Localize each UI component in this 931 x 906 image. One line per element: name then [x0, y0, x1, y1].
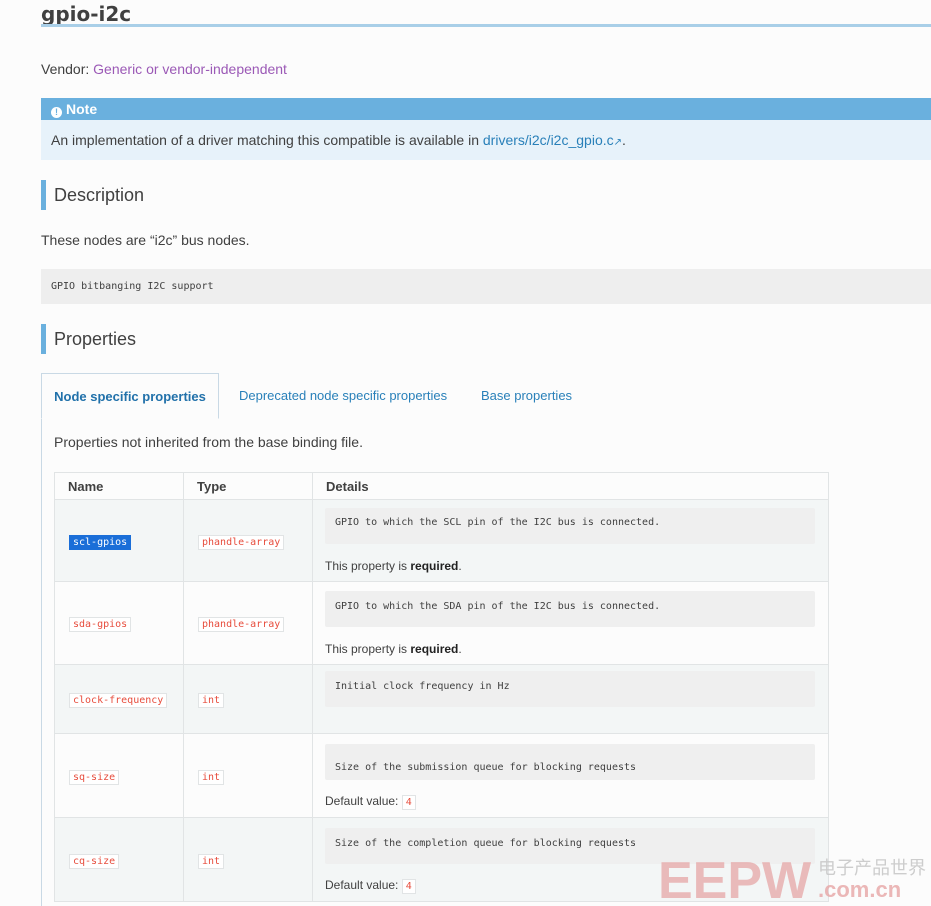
default-value: 4 — [401, 794, 416, 810]
properties-table: Name Type Details scl-gpios phandle-arra… — [54, 472, 829, 902]
properties-heading: Properties — [41, 324, 136, 354]
vendor-line: Vendor: Generic or vendor-independent — [41, 61, 287, 77]
driver-source-link[interactable]: drivers/i2c/i2c_gpio.c↗ — [483, 132, 622, 148]
requirement-keyword: required — [410, 641, 459, 656]
note-admonition: ! Note An implementation of a driver matc… — [41, 98, 931, 160]
vendor-link[interactable]: Generic or vendor-independent — [93, 61, 287, 77]
note-body: An implementation of a driver matching t… — [41, 120, 931, 160]
description-code-block: GPIO bitbanging I2C support — [41, 269, 931, 304]
column-header-name: Name — [54, 472, 184, 500]
default-value: 4 — [401, 878, 416, 894]
property-requirement: This property is required. — [325, 642, 828, 656]
property-type-cell: phandle-array — [183, 581, 313, 665]
property-details-cell: Initial clock frequency in Hz — [312, 664, 829, 734]
property-default: Default value: 4 — [325, 793, 828, 810]
property-details-cell: GPIO to which the SDA pin of the I2C bus… — [312, 581, 829, 665]
requirement-suffix: . — [458, 559, 462, 573]
table-row: clock-frequency int Initial clock freque… — [54, 664, 829, 734]
watermark-domain-text: .com.cn — [818, 877, 901, 902]
property-name: sda-gpios — [69, 617, 132, 632]
property-description: GPIO to which the SDA pin of the I2C bus… — [325, 590, 815, 627]
property-type: int — [198, 853, 225, 869]
page-title: gpio-i2c — [41, 2, 132, 26]
property-type: phandle-array — [198, 534, 285, 550]
property-details-cell: GPIO to which the SCL pin of the I2C bus… — [312, 499, 829, 582]
property-details-cell: Size of the submission queue for blockin… — [312, 733, 829, 818]
property-name: cq-size — [69, 853, 120, 869]
default-label: Default value: — [325, 877, 399, 892]
table-row: sq-size int Size of the submission queue… — [54, 733, 829, 818]
driver-source-link-text: drivers/i2c/i2c_gpio.c — [482, 132, 614, 148]
note-title: Note — [66, 101, 98, 117]
column-header-details: Details — [312, 472, 829, 500]
property-type-cell: int — [183, 733, 313, 818]
tab-node-specific-properties[interactable]: Node specific properties — [41, 373, 219, 419]
note-text: An implementation of a driver matching t… — [51, 132, 479, 148]
property-description: GPIO to which the SCL pin of the I2C bus… — [325, 508, 815, 544]
description-text: These nodes are “i2c” bus nodes. — [41, 232, 250, 248]
requirement-prefix: This property is — [325, 641, 408, 656]
property-type-cell: int — [183, 817, 313, 902]
eepw-watermark-logo: EEPW 电子产品世界 .com.cn — [658, 852, 926, 906]
property-requirement: This property is required. — [325, 559, 828, 573]
property-type-cell: int — [183, 664, 313, 734]
property-name: clock-frequency — [69, 693, 168, 708]
note-header: ! Note — [41, 98, 931, 120]
property-name-cell: scl-gpios — [54, 499, 184, 582]
property-name: sq-size — [69, 769, 120, 785]
title-underline — [41, 24, 931, 27]
requirement-keyword: required — [410, 559, 459, 573]
property-name-cell: cq-size — [54, 817, 184, 902]
info-icon: ! — [51, 107, 62, 118]
default-label: Default value: — [325, 793, 399, 808]
property-type: phandle-array — [198, 617, 285, 632]
description-heading: Description — [41, 180, 144, 210]
property-description: Size of the submission queue for blockin… — [325, 743, 815, 780]
watermark-cn-text: 电子产品世界 — [818, 858, 926, 879]
property-description: Initial clock frequency in Hz — [325, 671, 815, 707]
property-type-cell: phandle-array — [183, 499, 313, 582]
vendor-label: Vendor: — [41, 61, 90, 77]
watermark-logo-text: EEPW — [658, 852, 812, 906]
properties-intro: Properties not inherited from the base b… — [54, 434, 363, 450]
requirement-prefix: This property is — [325, 559, 408, 573]
external-link-icon: ↗ — [613, 137, 623, 148]
property-name-cell: clock-frequency — [54, 664, 184, 734]
property-name-cell: sq-size — [54, 733, 184, 818]
property-type: int — [198, 693, 225, 708]
note-text-end: . — [622, 132, 626, 148]
property-name[interactable]: scl-gpios — [69, 534, 132, 550]
column-header-type: Type — [183, 472, 313, 500]
table-header-row: Name Type Details — [54, 472, 829, 500]
property-name-cell: sda-gpios — [54, 581, 184, 665]
requirement-suffix: . — [458, 641, 462, 656]
tab-base-properties[interactable]: Base properties — [481, 373, 572, 419]
property-type: int — [198, 769, 225, 785]
table-row: scl-gpios phandle-array GPIO to which th… — [54, 499, 829, 582]
tab-deprecated-node-specific-properties[interactable]: Deprecated node specific properties — [239, 373, 447, 419]
table-row: sda-gpios phandle-array GPIO to which th… — [54, 581, 829, 665]
